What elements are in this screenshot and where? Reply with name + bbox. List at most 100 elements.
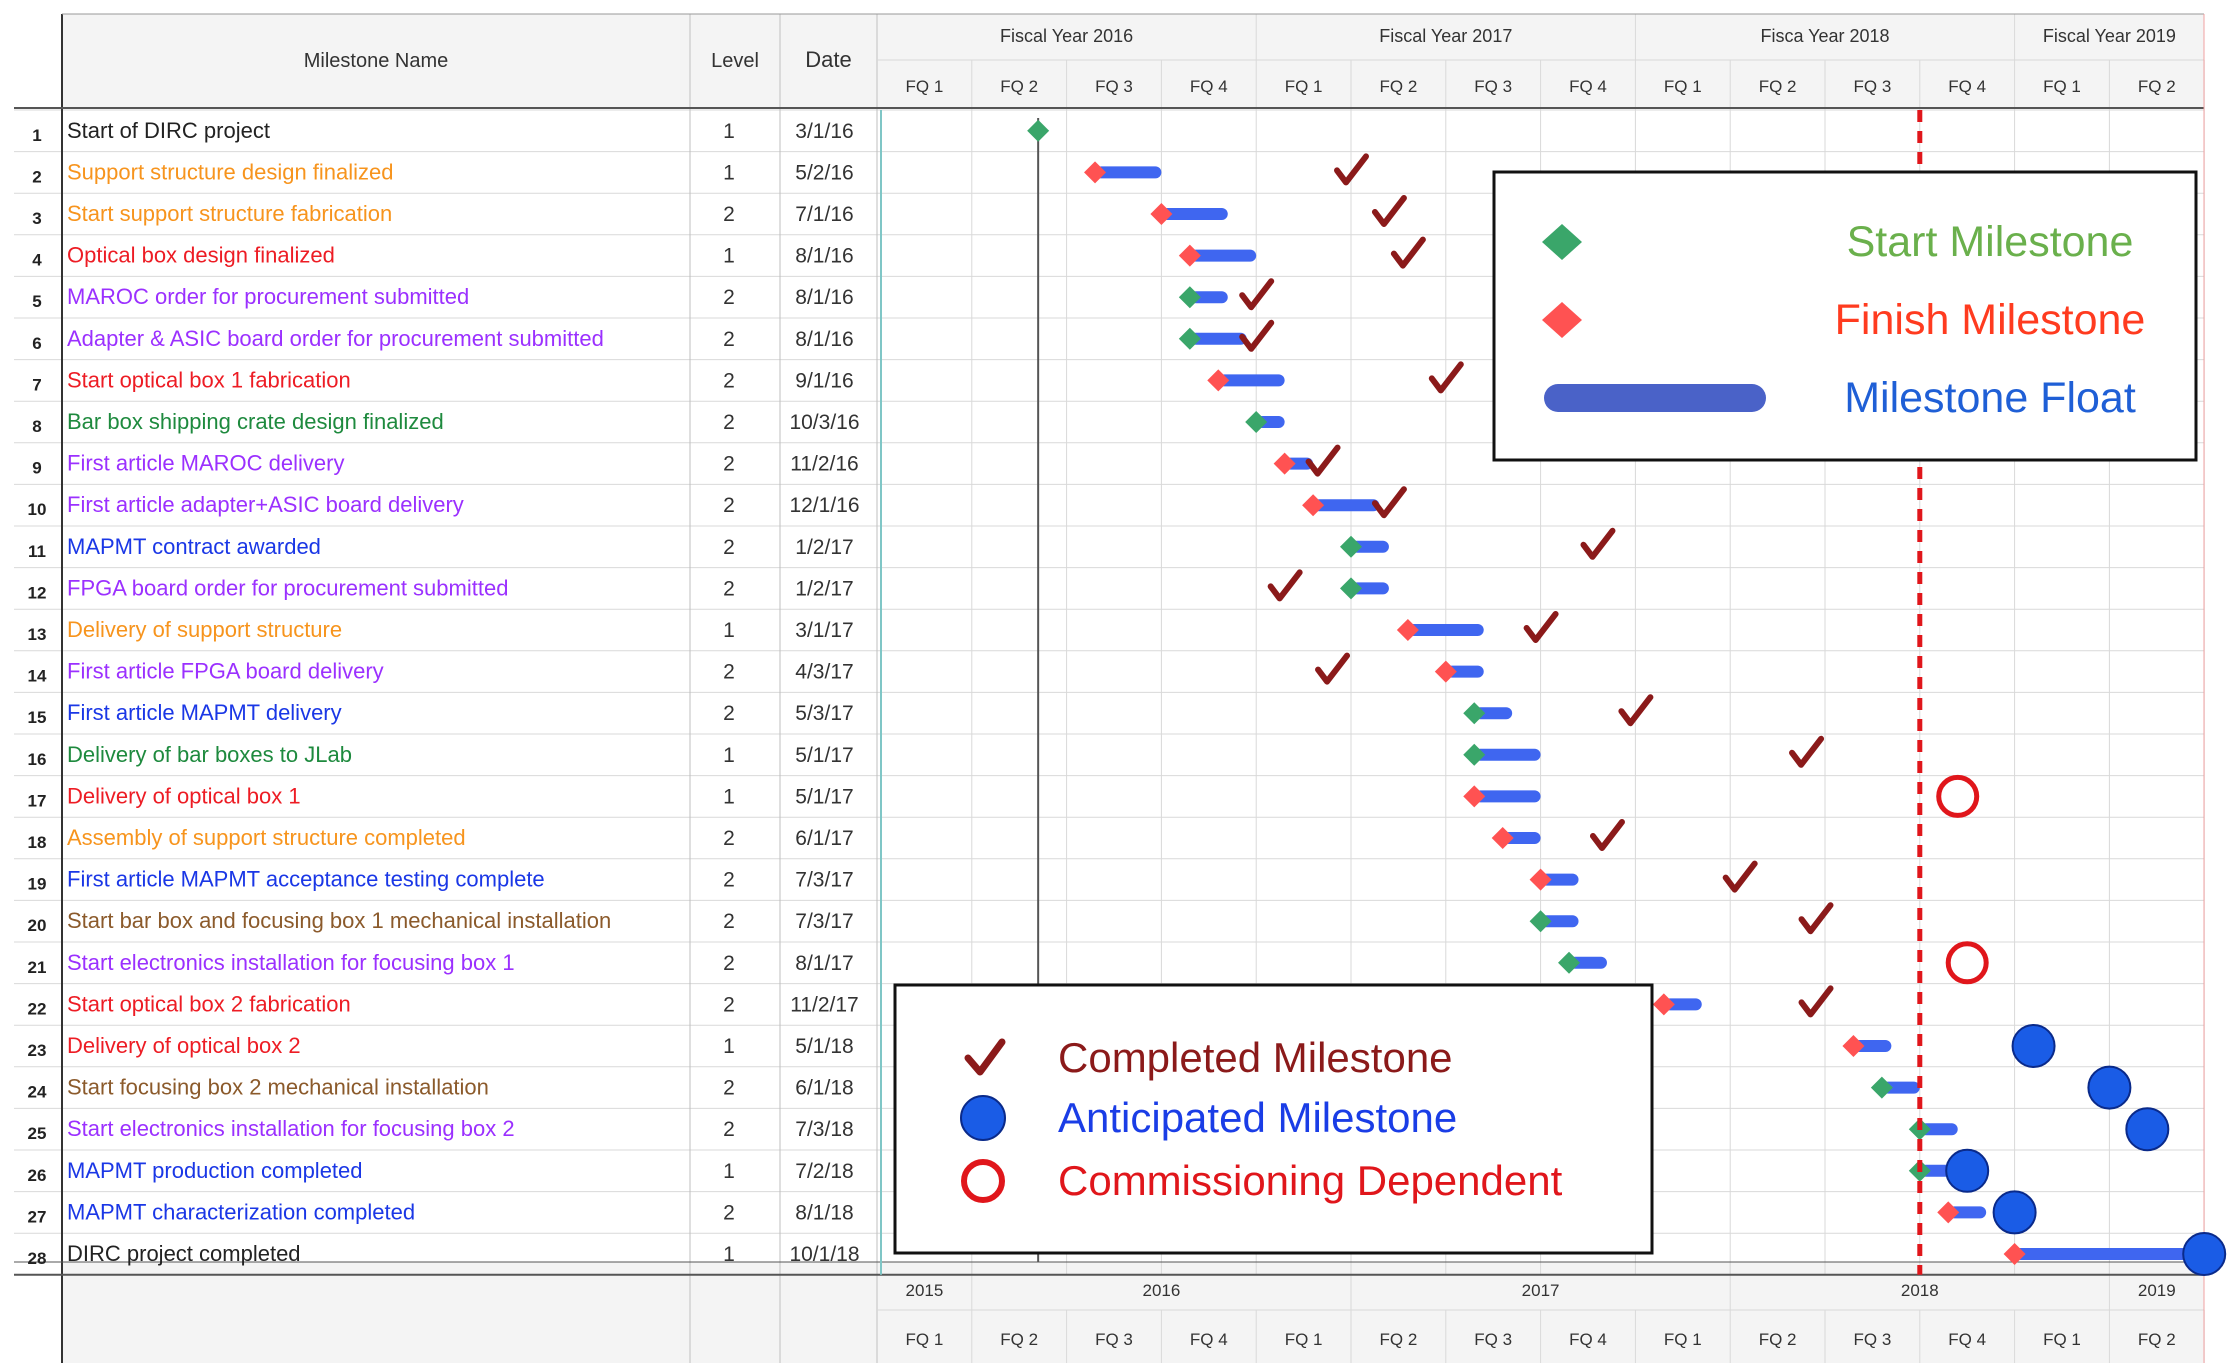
fiscal-year-label: Fisca Year 2018 [1760,26,1889,46]
legend-bottom-label: Completed Milestone [1058,1034,1453,1081]
row-number: 5 [32,292,41,311]
milestone-level: 2 [723,494,735,517]
column-header-level: Level [711,50,759,72]
column-header-name: Milestone Name [304,50,449,72]
finish-milestone-diamond [1434,660,1457,683]
completed-check-mark [1315,652,1351,685]
milestone-date: 6/1/17 [795,827,853,850]
quarter-label: FQ 3 [1474,77,1512,96]
milestone-level: 2 [723,952,735,975]
milestone-level: 2 [723,910,735,933]
row-number: 15 [28,708,47,727]
finish-milestone-diamond [1491,827,1514,849]
milestone-date: 12/1/16 [789,494,859,517]
milestone-name: DIRC project completed [67,1241,301,1266]
milestone-level: 1 [723,619,735,642]
milestone-name: MAPMT characterization completed [67,1199,415,1224]
milestone-level: 2 [723,203,735,226]
milestone-date: 7/2/18 [795,1160,853,1183]
anticipated-milestone-dot [2087,1065,2132,1110]
milestone-name: First article MAPMT delivery [67,700,342,725]
milestone-date: 5/2/16 [795,161,853,184]
fiscal-year-label: Fiscal Year 2017 [1379,26,1512,46]
row-number: 3 [32,209,41,228]
row-number: 14 [28,667,47,686]
milestone-date: 11/2/16 [790,453,859,476]
footer-quarter-label: FQ 3 [1474,1330,1512,1349]
milestone-date: 4/3/17 [795,661,853,684]
milestone-name: Start bar box and focusing box 1 mechani… [67,908,611,933]
milestone-date: 7/1/16 [795,203,853,226]
milestone-date: 7/3/17 [795,869,853,892]
row-number: 6 [32,334,41,353]
row-number: 10 [28,500,47,519]
finish-milestone-diamond [1150,203,1173,225]
milestone-level: 2 [723,286,735,309]
finish-milestone-diamond [1937,1201,1960,1224]
start-milestone-diamond [1245,411,1268,433]
milestone-date: 10/1/18 [789,1243,859,1266]
start-milestone-diamond [1463,743,1486,766]
start-milestone-diamond [1558,951,1581,974]
finish-milestone-diamond [1463,785,1486,808]
milestone-date: 6/1/18 [795,1077,853,1100]
row-number: 26 [28,1166,47,1185]
start-milestone-diamond [1178,286,1201,309]
row-number: 2 [32,167,41,186]
milestone-name: Start optical box 1 fabrication [67,367,351,392]
start-milestone-diamond [1463,702,1486,725]
milestone-level: 1 [723,1243,735,1266]
column-header-date: Date [805,47,851,72]
anticipated-milestone-dot [1992,1190,2037,1235]
milestone-date: 1/2/17 [795,536,853,559]
finish-milestone-diamond [1207,369,1230,392]
commissioning-dependent-ring [1945,941,1989,985]
milestone-name: First article adapter+ASIC board deliver… [67,492,464,517]
completed-check-mark [1798,985,1834,1018]
milestone-level: 2 [723,702,735,725]
finish-milestone-diamond [1084,161,1107,184]
footer-quarter-label: FQ 2 [2138,1330,2176,1349]
legend-top-label: Start Milestone [1847,218,2134,266]
footer-quarter-label: FQ 4 [1569,1330,1607,1349]
milestone-name: FPGA board order for procurement submitt… [67,575,508,600]
legend-top-label: Finish Milestone [1835,296,2146,344]
footer-quarter-label: FQ 3 [1854,1330,1892,1349]
milestone-date: 3/1/17 [795,619,853,642]
quarter-label: FQ 4 [1190,77,1228,96]
milestone-name: Start support structure fabrication [67,201,392,226]
milestone-date: 5/1/17 [795,744,853,767]
finish-milestone-diamond [1396,619,1419,641]
completed-check-mark [1798,902,1834,935]
row-number: 20 [28,916,47,935]
milestone-level: 1 [723,785,735,808]
footer-quarter-label: FQ 4 [1948,1330,1986,1349]
row-number: 17 [28,791,47,810]
milestone-name: First article MAPMT acceptance testing c… [67,867,545,892]
row-number: 11 [28,542,46,561]
gantt-chart: Milestone Name Level Date Fiscal Year 2016 F… [0,0,2227,1363]
quarter-label: FQ 4 [1569,77,1607,96]
milestone-date: 7/3/18 [795,1118,853,1141]
quarter-label: FQ 2 [1380,77,1418,96]
milestone-level: 1 [723,161,735,184]
row-number: 21 [28,958,47,977]
footer-year-label: 2017 [1522,1281,1560,1300]
legend-milestone-status: Completed Milestone Anticipated Milestone… [893,983,1654,1255]
quarter-label: FQ 3 [1095,77,1133,96]
quarter-label: FQ 2 [2138,77,2176,96]
row-number: 27 [28,1207,47,1226]
milestone-name: First article MAROC delivery [67,451,344,476]
milestone-name: Delivery of optical box 2 [67,1033,301,1058]
milestone-name: MAPMT contract awarded [67,534,321,559]
milestone-date: 5/3/17 [795,702,853,725]
quarter-label: FQ 1 [1285,77,1323,96]
row-number: 13 [28,625,47,644]
start-milestone-diamond [1178,327,1201,350]
footer-quarter-label: FQ 2 [1380,1330,1418,1349]
milestone-level: 2 [723,827,735,850]
milestone-level: 2 [723,661,735,684]
milestone-level: 2 [723,369,735,392]
milestone-name: Assembly of support structure completed [67,825,466,850]
milestone-name: First article FPGA board delivery [67,659,384,684]
